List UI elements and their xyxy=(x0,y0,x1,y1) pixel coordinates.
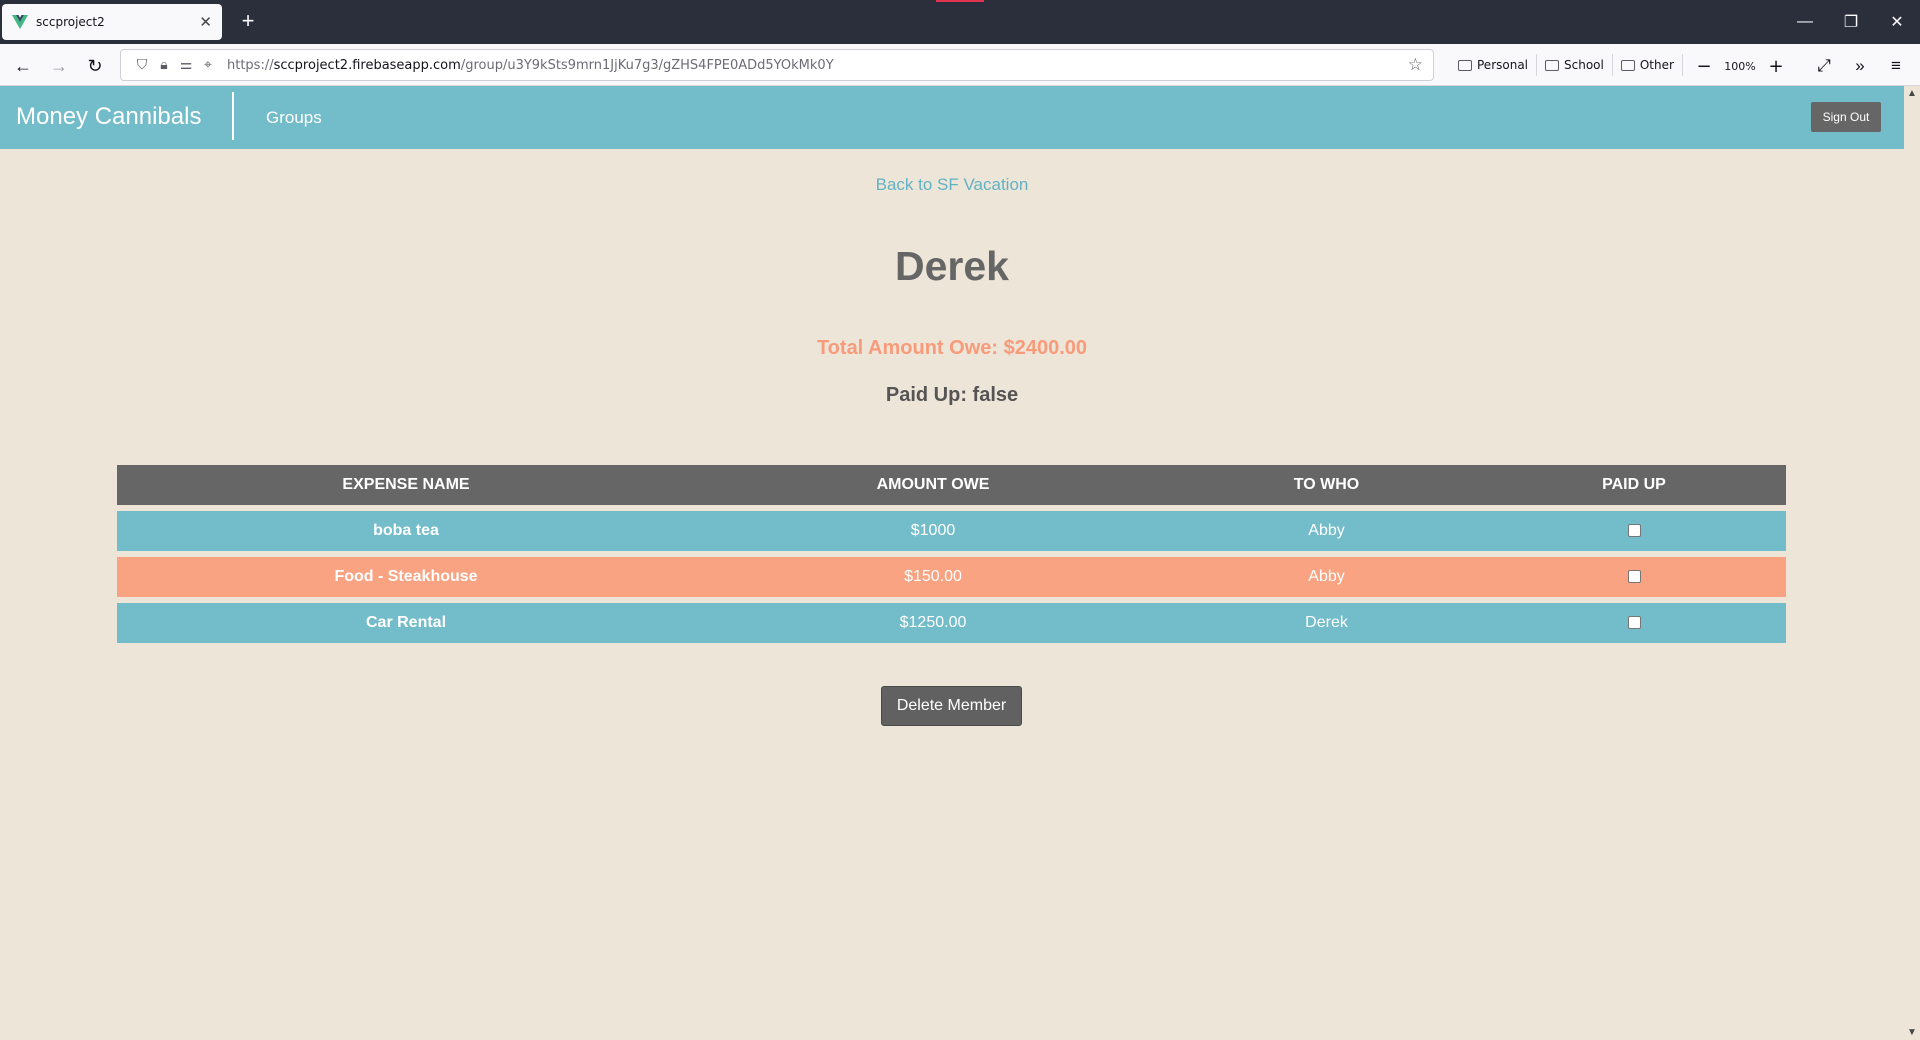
bookmark-folder-school[interactable]: School xyxy=(1537,54,1613,76)
zoom-level[interactable]: 100% xyxy=(1718,60,1762,73)
paid-up-cell xyxy=(1482,511,1786,551)
bookmark-folder-other[interactable]: Other xyxy=(1613,54,1683,76)
column-header-amount-owe: AMOUNT OWE xyxy=(876,476,990,493)
back-icon[interactable]: ← xyxy=(10,53,36,79)
tab-close-icon[interactable]: ✕ xyxy=(199,13,212,31)
table-header-row: EXPENSE NAME AMOUNT OWE TO WHO PAID UP xyxy=(117,465,1786,505)
paid-up-checkbox[interactable] xyxy=(1627,616,1641,630)
nav-link-groups[interactable]: Groups xyxy=(266,108,322,128)
back-to-group-link[interactable]: Back to SF Vacation xyxy=(0,175,1904,195)
folder-icon xyxy=(1458,59,1472,71)
column-header-to-who: TO WHO xyxy=(1293,476,1360,493)
to-who-cell: Abby xyxy=(1308,568,1345,585)
amount-owe-cell: $1250.00 xyxy=(899,614,967,631)
tab-bar-accent xyxy=(936,0,984,2)
minimize-icon[interactable]: — xyxy=(1782,0,1828,44)
restore-icon[interactable]: ❐ xyxy=(1828,0,1874,44)
amount-owe-cell: $150.00 xyxy=(904,568,962,585)
paid-up-cell xyxy=(1482,557,1786,597)
close-window-icon[interactable]: ✕ xyxy=(1874,0,1920,44)
browser-tab[interactable]: sccproject2 ✕ xyxy=(2,4,222,40)
hamburger-menu-icon[interactable]: ≡ xyxy=(1878,53,1914,79)
folder-icon xyxy=(1545,59,1560,71)
page-scrollbar[interactable]: ▲ ▼ xyxy=(1904,86,1920,1040)
paid-up-checkbox[interactable] xyxy=(1627,524,1641,538)
brand-title[interactable]: Money Cannibals xyxy=(16,103,201,131)
zoom-out-icon[interactable]: − xyxy=(1690,56,1718,77)
table-row: Food - Steakhouse $150.00 Abby xyxy=(117,557,1786,597)
bookmark-folder-personal[interactable]: Personal xyxy=(1450,54,1538,76)
delete-member-button[interactable]: Delete Member xyxy=(881,686,1022,726)
column-header-expense-name: EXPENSE NAME xyxy=(342,476,470,493)
url-text: https://sccproject2.firebaseapp.com/grou… xyxy=(227,57,834,73)
folder-icon xyxy=(1620,59,1635,71)
amount-owe-cell: $1000 xyxy=(910,522,956,539)
expense-name-cell: boba tea xyxy=(373,522,439,539)
paid-up-cell xyxy=(1482,603,1786,643)
paid-up-status: Paid Up: false xyxy=(885,384,1019,406)
member-name-heading: Derek xyxy=(895,243,1009,289)
to-who-cell: Abby xyxy=(1308,522,1345,539)
location-icon[interactable]: ⌖ xyxy=(197,57,219,73)
app-header: Money Cannibals Groups Sign Out xyxy=(0,86,1904,149)
bookmarks-bar: Personal School Other xyxy=(1450,44,1683,86)
address-bar[interactable]: ⛉ 🔒︎ ⚌ ⌖ https://sccproject2.firebaseapp… xyxy=(120,49,1434,81)
permissions-icon[interactable]: ⚌ xyxy=(175,57,197,73)
shield-icon[interactable]: ⛉ xyxy=(131,57,153,73)
scroll-up-icon[interactable]: ▲ xyxy=(1907,88,1917,99)
zoom-in-icon[interactable]: + xyxy=(1762,56,1790,77)
total-amount-owe: Total Amount Owe: $2400.00 xyxy=(816,337,1088,359)
paid-up-checkbox[interactable] xyxy=(1627,570,1641,584)
expense-name-cell: Food - Steakhouse xyxy=(334,568,478,585)
expense-table: EXPENSE NAME AMOUNT OWE TO WHO PAID UP b… xyxy=(117,459,1786,649)
column-header-paid-up: PAID UP xyxy=(1602,476,1666,493)
fullscreen-icon[interactable]: ⤢ xyxy=(1806,53,1842,79)
overflow-menu-icon[interactable]: » xyxy=(1842,53,1878,79)
bookmark-star-icon[interactable]: ☆ xyxy=(1408,55,1423,75)
sign-out-button[interactable]: Sign Out xyxy=(1811,102,1881,132)
table-row: boba tea $1000 Abby xyxy=(117,511,1786,551)
toolbar-right-buttons: ⤢ » ≡ xyxy=(1806,53,1914,79)
browser-toolbar: ← → ↻ ⛉ 🔒︎ ⚌ ⌖ https://sccproject2.fireb… xyxy=(0,44,1920,86)
window-controls: — ❐ ✕ xyxy=(1782,0,1920,44)
reload-icon[interactable]: ↻ xyxy=(82,53,108,79)
table-row: Car Rental $1250.00 Derek xyxy=(117,603,1786,643)
zoom-controls: − 100% + xyxy=(1690,53,1790,79)
page-viewport: Money Cannibals Groups Sign Out Back to … xyxy=(0,86,1904,1040)
browser-tab-bar: sccproject2 ✕ + — ❐ ✕ xyxy=(0,0,1920,44)
expense-name-cell: Car Rental xyxy=(365,614,447,631)
forward-icon[interactable]: → xyxy=(46,53,72,79)
header-divider xyxy=(232,92,234,140)
tab-title: sccproject2 xyxy=(36,15,105,29)
lock-icon[interactable]: 🔒︎ xyxy=(153,57,175,73)
scroll-down-icon[interactable]: ▼ xyxy=(1907,1027,1917,1038)
vue-favicon-icon xyxy=(12,15,28,29)
to-who-cell: Derek xyxy=(1305,614,1348,631)
new-tab-icon[interactable]: + xyxy=(234,8,262,36)
